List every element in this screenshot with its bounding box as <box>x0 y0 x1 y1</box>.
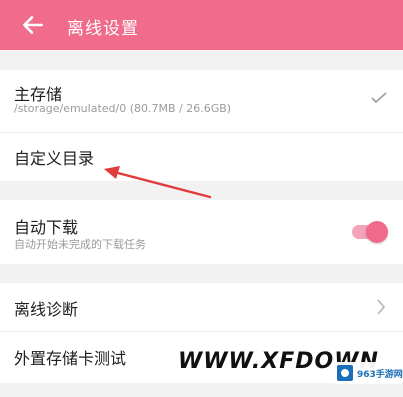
app-header: 离线设置 <box>0 0 403 50</box>
watermark-badge-text: 963手游网 <box>357 369 403 380</box>
auto-download-row[interactable]: 自动下载 自动开始未完成的下载任务 <box>0 200 403 264</box>
main-storage-row[interactable]: 主存储 /storage/emulated/0 (80.7MB / 26.6GB… <box>0 70 403 130</box>
offline-diagnosis-label: 离线诊断 <box>14 300 79 319</box>
auto-download-card: 自动下载 自动开始未完成的下载任务 <box>0 200 403 264</box>
offline-diagnosis-row[interactable]: 离线诊断 <box>0 283 403 331</box>
auto-download-toggle[interactable] <box>352 221 388 243</box>
auto-download-label: 自动下载 <box>14 218 79 237</box>
custom-directory-row[interactable]: 自定义目录 <box>0 133 403 181</box>
arrow-left-icon[interactable] <box>20 12 46 38</box>
storage-card: 主存储 /storage/emulated/0 (80.7MB / 26.6GB… <box>0 70 403 181</box>
sdcard-test-label: 外置存储卡测试 <box>14 349 127 368</box>
check-icon <box>371 92 387 104</box>
page-title: 离线设置 <box>67 19 139 39</box>
toggle-knob <box>366 221 388 243</box>
main-storage-path: /storage/emulated/0 (80.7MB / 26.6GB) <box>14 102 232 115</box>
chevron-right-icon <box>377 299 386 315</box>
watermark-logo: 963手游网 <box>333 362 403 384</box>
auto-download-description: 自动开始未完成的下载任务 <box>14 238 146 251</box>
logo-mark-icon <box>337 365 353 381</box>
custom-directory-label: 自定义目录 <box>14 149 95 168</box>
